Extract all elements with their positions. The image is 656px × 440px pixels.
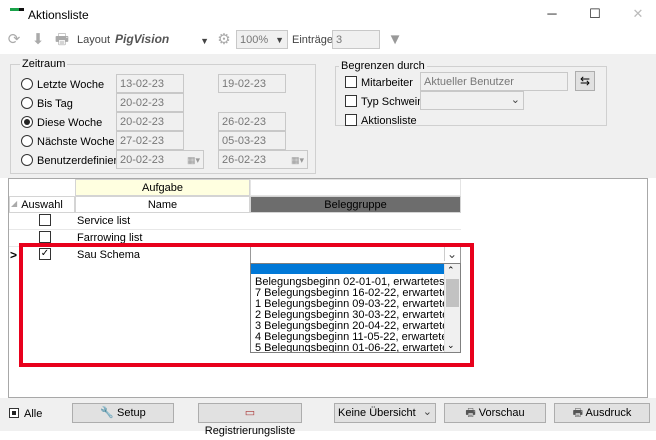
grid-group-header: Aufgabe [75, 179, 250, 196]
layout-label: Layout [77, 34, 111, 46]
chevron-down-icon: ▼ [275, 35, 284, 45]
ausdruck-button[interactable]: 🖶 Ausdruck [554, 403, 650, 423]
setup-button[interactable]: 🔧 Setup [72, 403, 174, 423]
naechste-woche-to: 05-03-23 [218, 131, 286, 150]
begrenzen-label: Begrenzen durch [339, 60, 427, 72]
setup-label: Setup [117, 407, 146, 419]
aktionsliste-label: Aktionsliste [361, 115, 417, 127]
mitarbeiter-checkbox[interactable] [345, 76, 357, 88]
calendar-icon: ▦▾ [290, 155, 304, 165]
radio-bis-tag-label: Bis Tag [37, 98, 73, 110]
handshake-icon: ⇆ [579, 74, 591, 88]
col-beleggruppe[interactable]: Beleggruppe [250, 196, 461, 213]
maximize-button[interactable]: ☐ [582, 4, 608, 24]
registrierungsliste-label: Registrierungsliste [204, 425, 296, 437]
printer-icon: 🖶 [572, 407, 584, 419]
export-icon[interactable]: ⬇ [29, 31, 47, 49]
radio-letzte-woche[interactable] [21, 78, 33, 90]
naechste-woche-from: 27-02-23 [116, 131, 184, 150]
highlight-annotation [19, 243, 474, 367]
letzte-woche-from: 13-02-23 [116, 74, 184, 93]
entries-field: 3 [332, 30, 380, 49]
row-checkbox[interactable] [39, 231, 51, 243]
bis-tag-from: 20-02-23 [116, 93, 184, 112]
registrierungsliste-button[interactable]: ▭ Registrierungsliste [198, 403, 302, 437]
sort-corner-icon: ◢ [11, 199, 18, 208]
radio-naechste-woche-label: Nächste Woche [37, 136, 115, 148]
mitarbeiter-field: Aktueller Benutzer [420, 72, 568, 91]
benutzerdefiniert-from-picker[interactable]: 20-02-23 ▦▾ [116, 150, 204, 169]
radio-benutzerdefiniert-label: Benutzerdefiniert [37, 155, 121, 167]
calendar-icon: ▦▾ [186, 155, 200, 165]
ausdruck-label: Ausdruck [585, 407, 632, 419]
mitarbeiter-label: Mitarbeiter [361, 77, 413, 89]
preview-icon: 🖶 [465, 407, 476, 419]
typ-schwein-checkbox[interactable] [345, 95, 357, 107]
list-icon: ▭ [244, 407, 256, 419]
refresh-icon[interactable]: ⟳ [5, 31, 23, 49]
chevron-down-icon: ⌄ [510, 94, 520, 106]
uebersicht-select[interactable]: Keine Übersicht ⌄ [334, 403, 436, 423]
radio-benutzerdefiniert[interactable] [21, 154, 33, 166]
chevron-down-icon: ▼ [200, 36, 209, 46]
radio-diese-woche[interactable] [21, 116, 33, 128]
row-divider [9, 229, 461, 230]
diese-woche-to: 26-02-23 [218, 112, 286, 131]
zoom-select[interactable]: 100% ▼ [236, 30, 288, 49]
typ-schwein-select[interactable]: ⌄ [420, 91, 524, 110]
vorschau-button[interactable]: 🖶 Vorschau [444, 403, 546, 423]
row-checkbox[interactable] [39, 214, 51, 226]
col-auswahl[interactable]: Auswahl [9, 196, 75, 213]
radio-bis-tag[interactable] [21, 97, 33, 109]
diese-woche-from: 20-02-23 [116, 112, 184, 131]
benutzerdefiniert-to: 26-02-23 [222, 154, 267, 166]
radio-letzte-woche-label: Letzte Woche [37, 79, 105, 91]
wrench-icon: 🔧 [100, 407, 114, 419]
alle-label: Alle [24, 408, 43, 420]
app-icon [10, 8, 24, 18]
chevron-down-icon: ⌄ [422, 406, 432, 418]
letzte-woche-to: 19-02-23 [218, 74, 286, 93]
layout-settings-icon[interactable]: ⚙ [215, 31, 233, 49]
benutzerdefiniert-from: 20-02-23 [120, 154, 165, 166]
table-row-name: Service list [77, 215, 131, 227]
layout-select[interactable]: PigVision ▼ [112, 30, 212, 49]
entries-label: Einträge [292, 34, 333, 46]
grid-group-header-empty [250, 179, 461, 196]
close-button[interactable]: ✕ [625, 4, 651, 24]
benutzerdefiniert-to-picker[interactable]: 26-02-23 ▦▾ [218, 150, 308, 169]
zoom-value: 100% [240, 34, 269, 46]
typ-schwein-label: Typ Schwein [361, 96, 424, 108]
window-title: Aktionsliste [28, 8, 89, 22]
radio-diese-woche-label: Diese Woche [37, 117, 103, 129]
current-row-marker: > [10, 248, 18, 262]
aktionsliste-checkbox[interactable] [345, 114, 357, 126]
minimize-button[interactable]: ─ [539, 4, 565, 24]
col-name[interactable]: Name [75, 196, 250, 213]
layout-select-value: PigVision [115, 32, 170, 46]
print-icon[interactable]: 🖶 [53, 31, 71, 49]
select-user-button[interactable]: ⇆ [575, 71, 595, 91]
vorschau-label: Vorschau [478, 407, 525, 419]
radio-naechste-woche[interactable] [21, 135, 33, 147]
zeitraum-label: Zeitraum [20, 58, 68, 70]
alle-checkbox[interactable] [9, 408, 19, 418]
uebersicht-value: Keine Übersicht [338, 407, 416, 419]
filter-icon[interactable]: ▼ [386, 31, 404, 49]
